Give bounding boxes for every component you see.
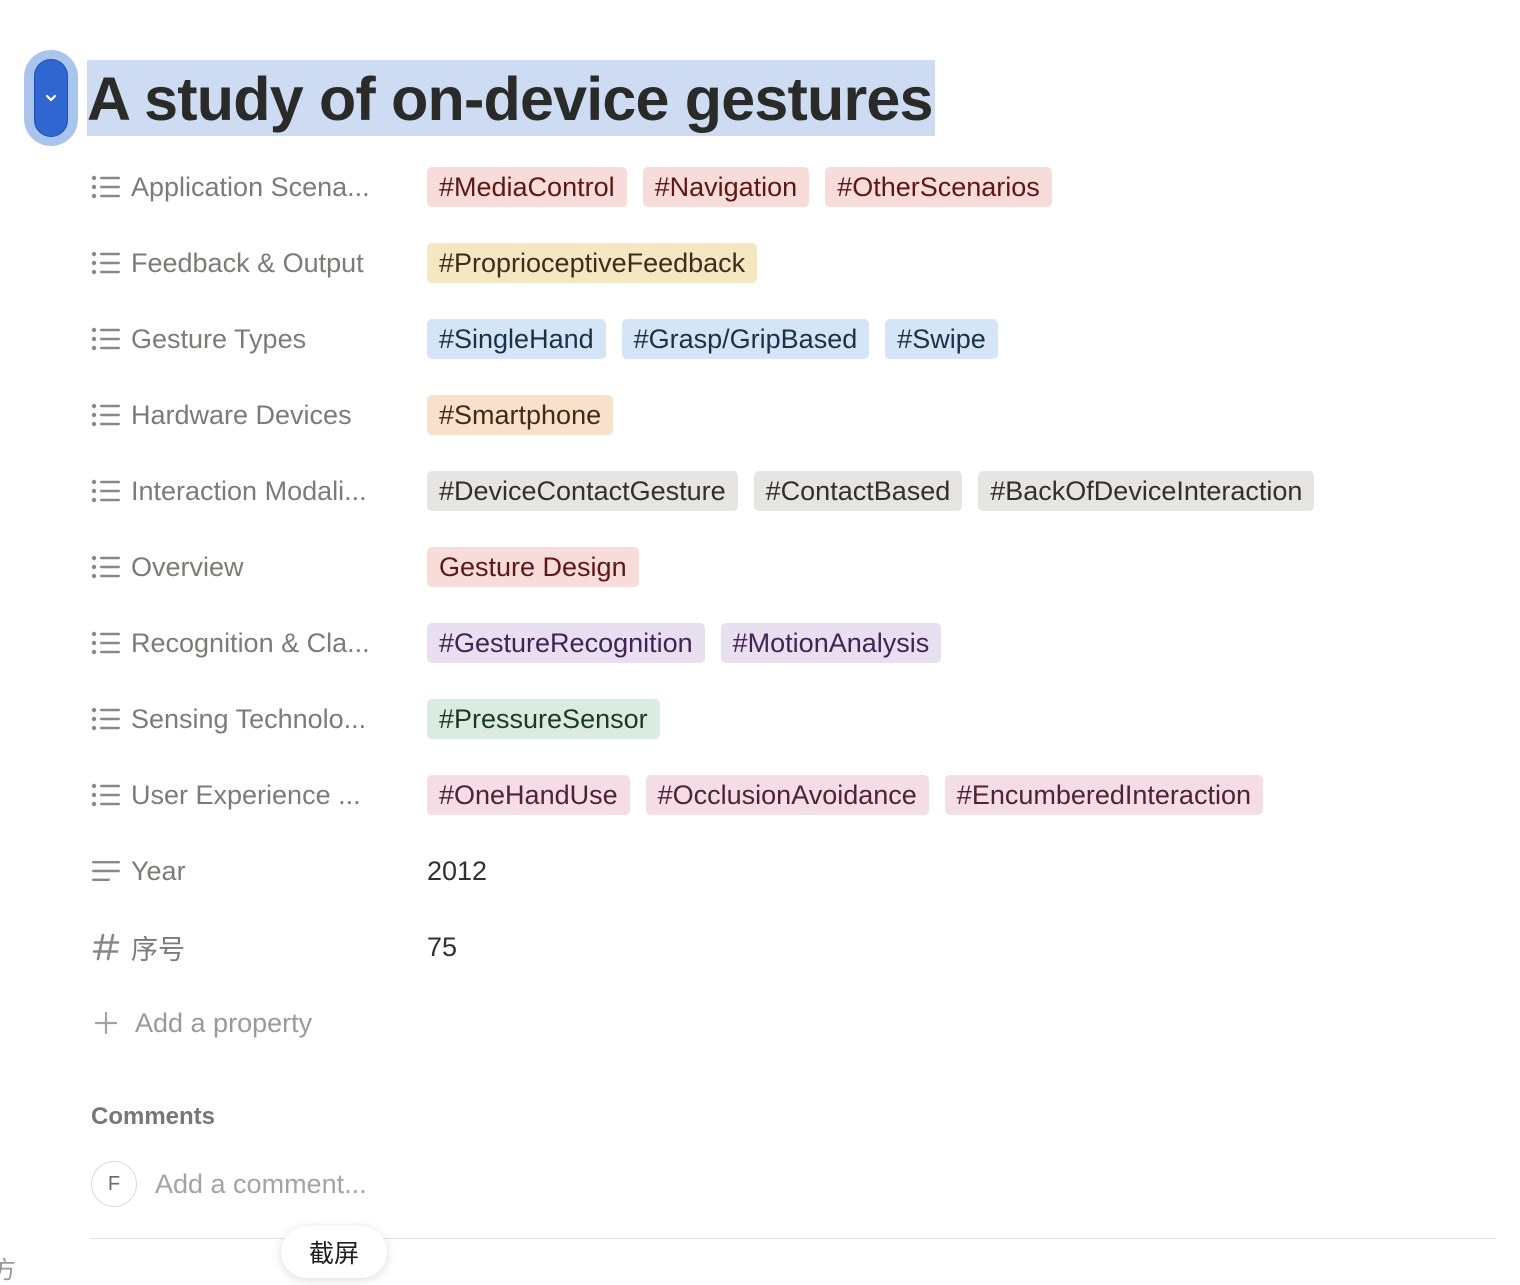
property-label: Year	[131, 855, 186, 886]
property-row: Gesture Types #SingleHand #Grasp/GripBased…	[90, 319, 1490, 395]
property-row: Feedback & Output #ProprioceptiveFeedback	[90, 243, 1490, 319]
property-row: User Experience ... #OneHandUse #Occlusion…	[90, 775, 1490, 851]
tag-chip[interactable]: #EncumberedInteraction	[944, 775, 1263, 815]
list-icon	[90, 475, 122, 507]
property-row: 序号 75	[90, 927, 1490, 1003]
list-icon	[90, 779, 122, 811]
property-label-button[interactable]: Hardware Devices	[90, 395, 390, 435]
avatar: F	[91, 1161, 137, 1207]
property-label: Feedback & Output	[131, 247, 364, 278]
tag-chip[interactable]: #BackOfDeviceInteraction	[978, 471, 1315, 511]
list-icon	[90, 703, 122, 735]
property-value[interactable]: #PressureSensor	[427, 699, 676, 739]
screenshot-tooltip: 截屏	[281, 1226, 387, 1278]
tag-chip[interactable]: #PressureSensor	[427, 699, 660, 739]
property-value[interactable]: Gesture Design	[427, 547, 655, 587]
property-label-button[interactable]: Recognition & Cla...	[90, 623, 390, 663]
property-text-value[interactable]: 75	[427, 927, 457, 967]
property-value[interactable]: #MediaControl #Navigation #OtherScenarios	[427, 167, 1068, 207]
number-icon	[90, 931, 122, 963]
comment-composer[interactable]: F Add a comment...	[91, 1160, 367, 1208]
property-label: Sensing Technolo...	[131, 703, 367, 734]
property-value[interactable]: #ProprioceptiveFeedback	[427, 243, 773, 283]
property-label-button[interactable]: Application Scena...	[90, 167, 390, 207]
property-row: Application Scena... #MediaControl #Naviga…	[90, 167, 1490, 243]
property-label: Interaction Modali...	[131, 475, 367, 506]
property-value[interactable]: #DeviceContactGesture #ContactBased #BackO…	[427, 471, 1330, 511]
chevron-down-icon	[45, 94, 57, 102]
property-label: Recognition & Cla...	[131, 627, 370, 658]
property-label-button[interactable]: Feedback & Output	[90, 243, 390, 283]
property-row: Hardware Devices #Smartphone	[90, 395, 1490, 471]
tag-chip[interactable]: #SingleHand	[427, 319, 606, 359]
property-label: Overview	[131, 551, 244, 582]
list-icon	[90, 323, 122, 355]
property-label: Gesture Types	[131, 323, 307, 354]
plus-icon	[90, 1007, 122, 1039]
property-value[interactable]: #SingleHand #Grasp/GripBased #Swipe	[427, 319, 1014, 359]
tag-chip[interactable]: #DeviceContactGesture	[427, 471, 738, 511]
property-row: Interaction Modali... #DeviceContactGestu…	[90, 471, 1490, 547]
tag-chip[interactable]: #Navigation	[642, 167, 810, 207]
list-icon	[90, 171, 122, 203]
property-label-button[interactable]: Gesture Types	[90, 319, 390, 359]
tag-chip[interactable]: #OcclusionAvoidance	[645, 775, 929, 815]
property-value[interactable]: 2012	[427, 851, 487, 891]
property-label-button[interactable]: Interaction Modali...	[90, 471, 390, 511]
property-label-button[interactable]: Sensing Technolo...	[90, 699, 390, 739]
block-drag-handle[interactable]	[24, 50, 78, 146]
collapse-toggle-button[interactable]	[34, 59, 68, 137]
tag-chip[interactable]: #MediaControl	[427, 167, 627, 207]
list-icon	[90, 399, 122, 431]
add-property-label: Add a property	[135, 1007, 313, 1038]
property-label-button[interactable]: User Experience ...	[90, 775, 390, 815]
property-label: User Experience ...	[131, 779, 361, 810]
list-icon	[90, 627, 122, 659]
property-label-button[interactable]: 序号	[90, 927, 390, 967]
property-row: Overview Gesture Design	[90, 547, 1490, 623]
list-icon	[90, 247, 122, 279]
property-label: Hardware Devices	[131, 399, 352, 430]
property-label: Application Scena...	[131, 171, 370, 202]
property-value[interactable]: 75	[427, 927, 457, 967]
property-text-value[interactable]: 2012	[427, 851, 487, 891]
property-value[interactable]: #OneHandUse #OcclusionAvoidance #Encumbere…	[427, 775, 1279, 815]
tag-chip[interactable]: Gesture Design	[427, 547, 639, 587]
property-label-button[interactable]: Overview	[90, 547, 390, 587]
property-value[interactable]: #GestureRecognition #MotionAnalysis	[427, 623, 957, 663]
tag-chip[interactable]: #ProprioceptiveFeedback	[427, 243, 758, 283]
tag-chip[interactable]: #GestureRecognition	[427, 623, 705, 663]
property-row: Year 2012	[90, 851, 1490, 927]
tag-chip[interactable]: #Smartphone	[427, 395, 614, 435]
tag-chip[interactable]: #ContactBased	[753, 471, 963, 511]
edge-glyph: 方	[0, 1256, 16, 1284]
text-icon	[90, 855, 122, 887]
property-list: Application Scena... #MediaControl #Naviga…	[90, 167, 1490, 1003]
list-icon	[90, 551, 122, 583]
add-property-button[interactable]: Add a property	[90, 1003, 312, 1043]
page-title[interactable]: A study of on-device gestures	[87, 60, 935, 136]
tag-chip[interactable]: #OneHandUse	[427, 775, 630, 815]
comments-heading: Comments	[91, 1103, 216, 1130]
property-value[interactable]: #Smartphone	[427, 395, 629, 435]
comment-input[interactable]: Add a comment...	[155, 1169, 367, 1200]
property-row: Recognition & Cla... #GestureRecognition #…	[90, 623, 1490, 699]
property-label: 序号	[131, 934, 185, 965]
tag-chip[interactable]: #OtherScenarios	[825, 167, 1052, 207]
tag-chip[interactable]: #MotionAnalysis	[720, 623, 942, 663]
tag-chip[interactable]: #Swipe	[885, 319, 998, 359]
property-label-button[interactable]: Year	[90, 851, 390, 891]
tag-chip[interactable]: #Grasp/GripBased	[621, 319, 870, 359]
property-row: Sensing Technolo... #PressureSensor	[90, 699, 1490, 775]
